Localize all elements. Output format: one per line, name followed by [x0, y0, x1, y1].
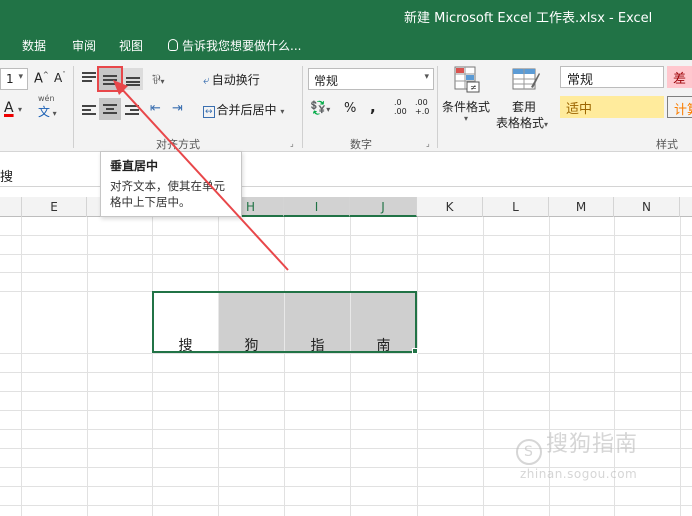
- comma-button[interactable]: ,: [370, 98, 376, 116]
- tell-me-text: 告诉我您想要做什么...: [182, 39, 302, 53]
- phonetic-guide-button[interactable]: wén 文 ▾: [38, 94, 57, 120]
- format-table-label-1[interactable]: 套用: [512, 98, 536, 115]
- currency-icon: 💱: [310, 101, 327, 116]
- align-right-icon: [124, 104, 140, 116]
- svg-text:≠: ≠: [470, 83, 477, 92]
- group-separator: [302, 66, 303, 148]
- increase-decimal-button[interactable]: .0.00: [394, 98, 407, 116]
- alignment-launcher-icon[interactable]: ⌟: [290, 139, 294, 148]
- align-right-button[interactable]: [123, 100, 141, 120]
- watermark-brand: 搜狗指南: [546, 432, 639, 457]
- top-align-icon: [81, 72, 97, 84]
- ribbon-tabs: 数据 审阅 视图 告诉我您想要做什么...: [0, 32, 692, 60]
- tooltip-title: 垂直居中: [110, 159, 159, 173]
- title-bar: 新建 Microsoft Excel 工作表.xlsx - Excel: [0, 0, 692, 32]
- decrease-decimal-button[interactable]: .00 +.0: [415, 98, 429, 116]
- tab-review[interactable]: 审阅: [72, 37, 96, 54]
- percent-button[interactable]: %: [344, 101, 356, 116]
- tell-me-box[interactable]: 告诉我您想要做什么...: [168, 37, 301, 54]
- bottom-align-icon: [125, 73, 141, 86]
- chevron-down-icon: ▾: [18, 72, 23, 82]
- tooltip: 垂直居中 对齐文本，使其在单元格中上下居中。: [100, 151, 242, 217]
- lightbulb-icon: [168, 39, 178, 51]
- column-header-j[interactable]: J: [350, 197, 417, 217]
- bottom-align-button[interactable]: [123, 68, 143, 90]
- increase-font-button[interactable]: A^: [34, 71, 49, 86]
- watermark: S 搜狗指南 zhinan.sogou.com: [516, 426, 638, 481]
- window-title: 新建 Microsoft Excel 工作表.xlsx - Excel: [404, 11, 653, 26]
- wrap-text-icon: ⤶: [203, 73, 210, 87]
- conditional-format-button[interactable]: 条件格式: [442, 98, 490, 115]
- highlight-box: [97, 66, 123, 92]
- style-calculation[interactable]: 计算: [667, 96, 692, 118]
- watermark-url: zhinan.sogou.com: [520, 467, 638, 481]
- tooltip-body: 对齐文本，使其在单元格中上下居中。: [110, 179, 225, 209]
- align-center-button[interactable]: [99, 98, 121, 120]
- column-header-k[interactable]: K: [417, 197, 483, 217]
- align-left-button[interactable]: [80, 100, 98, 120]
- style-bad[interactable]: 差: [667, 66, 692, 88]
- conditional-format-icon: ≠: [452, 64, 482, 94]
- group-separator: [73, 66, 74, 148]
- accounting-format-button[interactable]: 💱▾: [310, 101, 330, 116]
- decrease-font-button[interactable]: Aˇ: [54, 71, 66, 85]
- orientation-button[interactable]: ⅌▾: [152, 70, 165, 88]
- style-normal[interactable]: 常规: [560, 66, 664, 88]
- sogou-logo-icon: S: [516, 439, 542, 465]
- column-header-i[interactable]: I: [284, 197, 350, 217]
- font-color-button[interactable]: A ▾: [4, 100, 22, 116]
- column-header-e[interactable]: E: [22, 197, 87, 217]
- chevron-down-icon: ▾: [464, 114, 469, 123]
- align-center-icon: [102, 103, 118, 115]
- styles-group-label: 样式: [656, 138, 678, 151]
- column-header-l[interactable]: L: [483, 197, 549, 217]
- tab-data[interactable]: 数据: [22, 37, 46, 54]
- orientation-icon: ⅌: [152, 73, 161, 88]
- column-header-m[interactable]: M: [549, 197, 614, 217]
- number-launcher-icon[interactable]: ⌟: [426, 139, 430, 148]
- merge-icon: ↔: [203, 106, 215, 118]
- number-format-dropdown[interactable]: 常规 ▾: [308, 68, 434, 90]
- alignment-group-label: 对齐方式: [156, 138, 200, 151]
- merge-center-button[interactable]: ↔ 合并后居中 ▾: [203, 101, 284, 118]
- fill-handle[interactable]: [412, 348, 418, 354]
- column-header-n[interactable]: N: [614, 197, 680, 217]
- increase-indent-button[interactable]: ⇥: [172, 101, 183, 116]
- tab-view[interactable]: 视图: [119, 37, 143, 54]
- format-table-button[interactable]: 表格格式▾: [496, 114, 548, 131]
- formula-bar-value: 搜: [0, 170, 14, 185]
- font-size-dropdown[interactable]: 1 ▾: [0, 68, 28, 90]
- style-neutral[interactable]: 适中: [560, 96, 664, 118]
- selection-range: [152, 291, 417, 353]
- number-group-label: 数字: [350, 138, 372, 151]
- wrap-text-button[interactable]: ⤶ 自动换行: [203, 71, 260, 88]
- decrease-indent-button[interactable]: ⇤: [150, 101, 161, 116]
- column-header-stub: [0, 197, 22, 217]
- align-left-icon: [81, 104, 97, 116]
- group-separator: [437, 66, 438, 148]
- chevron-down-icon: ▾: [424, 72, 429, 82]
- top-align-button[interactable]: [80, 68, 98, 88]
- format-table-icon: [510, 64, 542, 94]
